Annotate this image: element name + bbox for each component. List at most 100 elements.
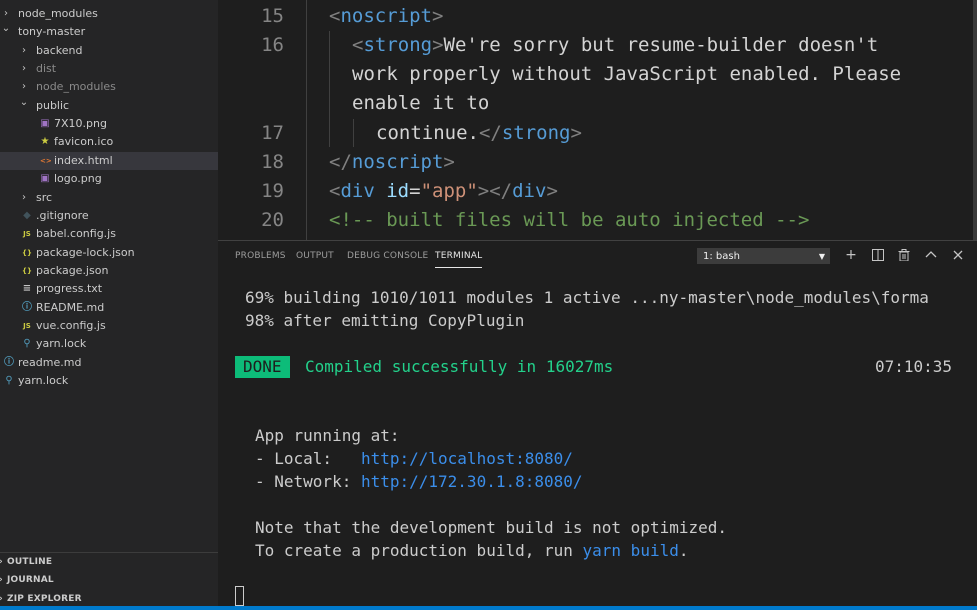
tree-item-label: dist <box>36 62 57 76</box>
indent-guide <box>306 0 307 240</box>
tree-item-label: README.md <box>36 300 105 314</box>
image-file-icon: ▣ <box>40 173 50 185</box>
network-url-link[interactable]: http://172.30.1.8:8080/ <box>361 472 583 491</box>
production-build-line: To create a production build, run yarn b… <box>255 541 688 561</box>
code-line-19: <div id="app"></div> <box>329 180 558 202</box>
plus-icon[interactable]: + <box>843 246 859 264</box>
tree-item-label: src <box>36 190 53 204</box>
tree-folder-item[interactable]: › dist <box>0 60 218 78</box>
tree-item-label: logo.png <box>54 172 102 186</box>
tree-item-label: yarn.lock <box>18 374 69 387</box>
tab-problems[interactable]: PROBLEMS <box>235 250 286 262</box>
terminal-output[interactable]: 69% building 1010/1011 modules 1 active … <box>218 271 977 607</box>
build-timestamp: 07:10:35 <box>875 357 953 376</box>
tree-folder-item[interactable]: › node_modules <box>0 78 218 96</box>
explorer-sidebar: › node_modules ⌄ tony-master › backend › dist › n… <box>0 0 218 610</box>
trash-icon[interactable] <box>896 246 912 264</box>
tree-item-label: 7X10.png <box>54 117 107 131</box>
indent-guide <box>353 119 354 147</box>
local-label: - Local: <box>255 449 361 468</box>
tree-file-item[interactable]: ▣ logo.png <box>0 170 218 188</box>
tree-item-label: favicon.ico <box>54 135 114 149</box>
network-label: - Network: <box>255 472 361 491</box>
tree-item-label: readme.md <box>18 355 82 369</box>
terminal-cursor <box>235 586 244 606</box>
tree-file-item[interactable]: ▣ 7X10.png <box>0 115 218 133</box>
git-file-icon: ◆ <box>23 209 31 221</box>
code-line-17: continue.</strong> <box>376 122 582 144</box>
tree-item-label: node_modules <box>36 80 116 94</box>
code-line-16-wrap: enable it to <box>352 92 490 114</box>
outline-section-header[interactable]: › OUTLINE <box>0 553 218 571</box>
tree-file-item[interactable]: ≡ progress.txt <box>0 280 218 298</box>
line-number: 17 <box>261 122 284 144</box>
dropdown-arrow-icon: ▼ <box>818 252 825 261</box>
done-badge: DONE <box>235 356 290 378</box>
terminal-select[interactable]: 1: bash ▼ <box>697 248 830 264</box>
tree-folder-item[interactable]: › src <box>0 189 218 207</box>
tree-folder-item[interactable]: › backend <box>0 42 218 60</box>
split-icon[interactable] <box>870 246 886 264</box>
chevron-right-icon: › <box>22 191 26 203</box>
tree-file-item[interactable]: {} package-lock.json <box>0 244 218 262</box>
tree-item-label: babel.config.js <box>36 227 116 241</box>
tree-file-item[interactable]: ⓘ README.md <box>0 299 218 317</box>
tree-item-label: tony-master <box>18 25 86 39</box>
tree-item-label: backend <box>36 43 83 57</box>
production-build-period: . <box>678 541 689 560</box>
local-url-line: - Local: http://localhost:8080/ <box>255 449 573 469</box>
chevron-right-icon: › <box>0 553 3 571</box>
local-url-link[interactable]: http://localhost:8080/ <box>361 449 573 468</box>
line-number: 20 <box>261 209 284 231</box>
json-file-icon: {} <box>22 266 32 275</box>
code-line-18: </noscript> <box>329 151 455 173</box>
tree-file-item[interactable]: ⚲ yarn.lock <box>0 335 218 353</box>
indent-guide <box>329 31 330 147</box>
tab-debug-console[interactable]: DEBUG CONSOLE <box>347 250 428 262</box>
editor-scrollbar[interactable] <box>973 0 977 240</box>
tree-item-label: node_modules <box>18 7 98 20</box>
code-line-15: <noscript> <box>329 5 444 27</box>
terminal-line: 69% building 1010/1011 modules 1 active … <box>245 288 929 307</box>
tab-output[interactable]: OUTPUT <box>296 250 334 262</box>
code-line-16: <strong>We're sorry but resume-builder d… <box>352 34 879 56</box>
chevron-down-icon: ⌄ <box>19 96 29 108</box>
text-file-icon: ≡ <box>22 283 32 295</box>
tab-terminal[interactable]: TERMINAL <box>435 250 483 268</box>
tree-item-label: package-lock.json <box>36 245 135 259</box>
tree-file-item[interactable]: ⚲ yarn.lock <box>0 372 218 390</box>
chevron-right-icon: › <box>22 63 26 75</box>
chevron-up-icon[interactable] <box>923 246 939 264</box>
tree-item-label: vue.config.js <box>36 318 106 332</box>
app-running-label: App running at: <box>255 426 400 445</box>
line-number: 15 <box>261 5 284 27</box>
html-file-icon: <> <box>40 156 52 165</box>
close-icon[interactable] <box>950 246 966 264</box>
tree-file-item[interactable]: <> index.html <box>0 151 218 170</box>
code-line-20: <!-- built files will be auto injected -… <box>329 209 810 231</box>
tree-file-item[interactable]: JS babel.config.js <box>0 225 218 243</box>
chevron-down-icon: ⌄ <box>1 23 11 35</box>
tree-file-item[interactable]: {} package.json <box>0 262 218 280</box>
tree-file-item[interactable]: ◆ .gitignore <box>0 207 218 225</box>
tree-file-item[interactable]: ★ favicon.ico <box>0 133 218 151</box>
info-file-icon: ⓘ <box>4 356 14 368</box>
image-file-icon: ▣ <box>40 118 50 130</box>
tree-folder-item[interactable]: › node_modules <box>0 5 218 23</box>
code-editor[interactable]: 15 16 17 18 19 20 <noscript> <strong>We'… <box>218 0 977 240</box>
terminal-select-value: 1: bash <box>703 251 740 262</box>
javascript-file-icon: JS <box>23 321 31 330</box>
tree-item-label: yarn.lock <box>36 337 87 351</box>
bottom-panel: PROBLEMS OUTPUT DEBUG CONSOLE TERMINAL 1… <box>218 240 977 607</box>
journal-section-header[interactable]: › JOURNAL <box>0 571 218 589</box>
tree-file-item[interactable]: ⓘ readme.md <box>0 354 218 372</box>
tree-folder-item[interactable]: ⌄ public <box>0 97 218 115</box>
line-number: 19 <box>261 180 284 202</box>
tree-folder-item[interactable]: ⌄ tony-master <box>0 23 218 41</box>
info-file-icon: ⓘ <box>22 301 32 313</box>
javascript-file-icon: JS <box>23 230 31 239</box>
tree-file-item[interactable]: JS vue.config.js <box>0 317 218 335</box>
status-bar <box>0 606 977 610</box>
yarn-file-icon: ⚲ <box>5 375 13 386</box>
tree-item-label: .gitignore <box>36 208 89 222</box>
